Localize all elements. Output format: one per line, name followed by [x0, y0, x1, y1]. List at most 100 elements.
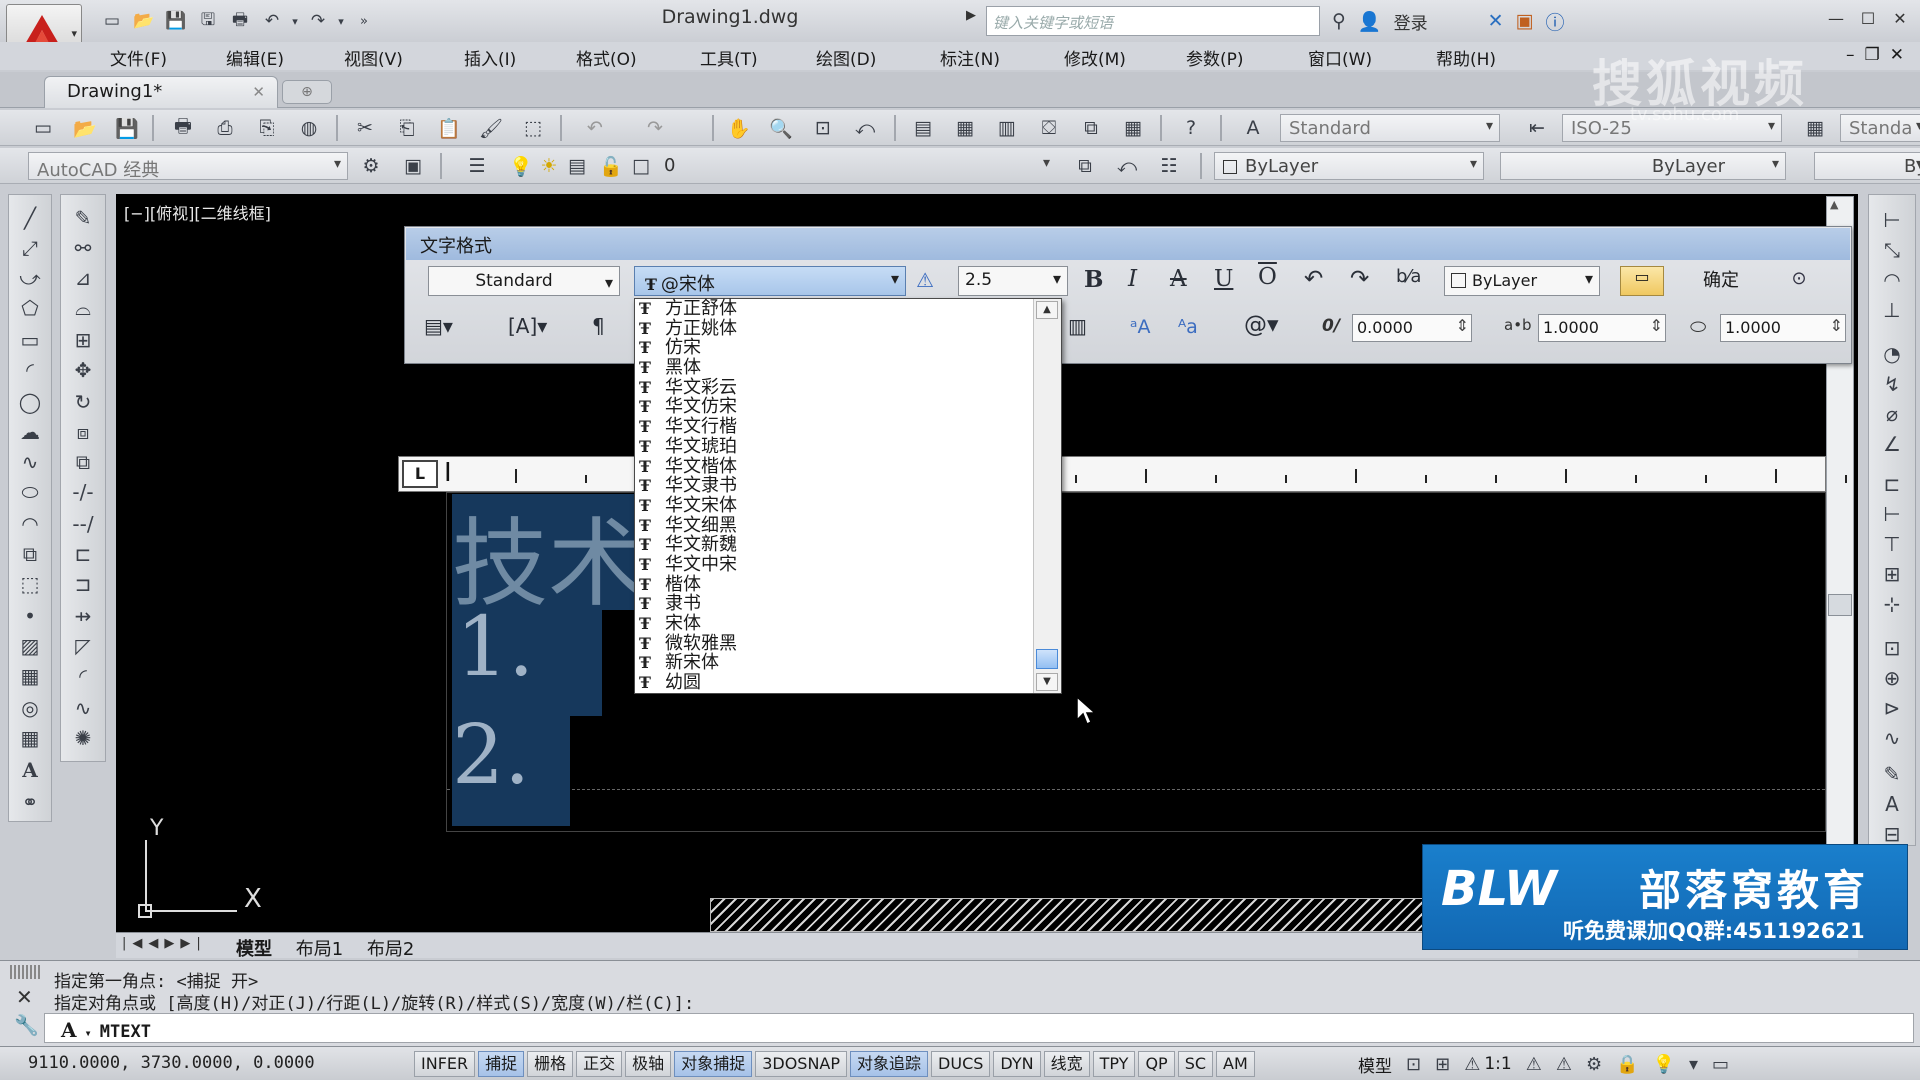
status-toggle-button[interactable]: QP	[1138, 1051, 1175, 1077]
quick-dimension-icon[interactable]: ⊏	[1876, 471, 1908, 497]
redo-icon[interactable]: ↷	[640, 115, 670, 141]
lineweight-select[interactable]: By	[1814, 152, 1920, 180]
revision-cloud-icon[interactable]: ☁	[14, 419, 46, 445]
polygon-icon[interactable]: ⬠	[14, 295, 46, 321]
text-style-select[interactable]: Standard	[1280, 114, 1500, 142]
binoculars-icon[interactable]: ⚲	[1332, 7, 1346, 35]
status-toggle-button[interactable]: 对象追踪	[850, 1051, 929, 1077]
dimension-style-icon[interactable]: ⇤	[1522, 115, 1552, 141]
angular-dimension-icon[interactable]: ∠	[1876, 431, 1908, 457]
fillet-icon[interactable]: ◜	[67, 663, 99, 689]
gear-icon[interactable]: ⚙	[356, 153, 386, 179]
redo-icon[interactable]: ↷	[1350, 266, 1369, 292]
font-list-item[interactable]: Ŧ 幼圆	[639, 673, 1029, 693]
status-toggle-button[interactable]: SC	[1177, 1051, 1214, 1077]
stretch-icon[interactable]: ⧉	[67, 449, 99, 475]
status-toggle-button[interactable]: 3DOSNAP	[755, 1051, 848, 1077]
menu-parametric[interactable]: 参数(P)	[1186, 45, 1244, 70]
drag-handle[interactable]	[10, 965, 40, 979]
point-icon[interactable]: •	[14, 603, 46, 629]
construction-line-icon[interactable]: ⤢	[14, 235, 46, 261]
stack-icon[interactable]: b⁄a	[1396, 266, 1421, 287]
cut-icon[interactable]: ✂	[350, 115, 380, 141]
italic-icon[interactable]: I	[1128, 266, 1137, 292]
plot-preview-icon[interactable]: ⎙	[210, 115, 240, 141]
scrollbar-thumb[interactable]	[1828, 594, 1852, 616]
extend-icon[interactable]: --/	[67, 511, 99, 537]
menu-draw[interactable]: 绘图(D)	[816, 45, 876, 70]
insert-block-icon[interactable]: ⧉	[14, 541, 46, 567]
workspace-settings-icon[interactable]: ▣	[398, 153, 428, 179]
help-icon[interactable]: ⓘ	[1545, 7, 1564, 35]
rectangle-icon[interactable]: ▭	[14, 327, 46, 353]
layer-select[interactable]: 0	[656, 152, 1056, 180]
publish-icon[interactable]: ⎘	[252, 115, 282, 141]
font-list-item[interactable]: Ŧ 华文琥珀	[639, 437, 1029, 457]
layer-previous-icon[interactable]: ⤺	[1112, 153, 1142, 179]
rotate-icon[interactable]: ↻	[67, 389, 99, 415]
make-current-layer-icon[interactable]: ⧉	[1070, 153, 1100, 179]
diameter-dimension-icon[interactable]: ⌀	[1876, 401, 1908, 427]
lightbulb-icon[interactable]: 💡	[1653, 1051, 1675, 1077]
region-icon[interactable]: ◎	[14, 695, 46, 721]
layer-freeze-icon[interactable]: ▤	[562, 153, 592, 179]
text-style-select[interactable]: Standard	[428, 266, 620, 297]
lowercase-icon[interactable]: ᴬa	[1178, 316, 1198, 338]
calculator-icon[interactable]: ▦	[1118, 115, 1148, 141]
uppercase-icon[interactable]: ᵃA	[1130, 316, 1150, 338]
font-list-scrollbar[interactable]: ▲ ▼	[1033, 299, 1061, 693]
more-icon[interactable]: »	[348, 8, 380, 34]
font-list-item[interactable]: Ŧ 仿宋	[639, 338, 1029, 358]
line-icon[interactable]: ╱	[14, 205, 46, 231]
oblique-angle-input[interactable]: 0.0000	[1352, 314, 1472, 342]
auto-scale-icon[interactable]: ⚠	[1556, 1051, 1572, 1077]
status-toggle-button[interactable]: 栅格	[527, 1051, 574, 1077]
spline-icon[interactable]: ∿	[14, 449, 46, 475]
font-list-item[interactable]: Ŧ 方正舒体	[639, 299, 1029, 319]
status-toggle-button[interactable]: INFER	[414, 1051, 476, 1077]
quick-view-layouts-icon[interactable]: ⊡	[1406, 1051, 1421, 1077]
search-expand-icon[interactable]: ▶	[966, 8, 976, 23]
menu-file[interactable]: 文件(F)	[110, 45, 167, 70]
move-icon[interactable]: ✥	[67, 357, 99, 383]
font-list-item[interactable]: Ŧ 华文隶书	[639, 476, 1029, 496]
close-icon[interactable]: ✕	[252, 83, 265, 101]
annotation-scale-icon[interactable]: ⚠	[1464, 1051, 1480, 1077]
jogged-linear-icon[interactable]: ∿	[1876, 725, 1908, 751]
radius-dimension-icon[interactable]: ◔	[1876, 341, 1908, 367]
font-list-item[interactable]: Ŧ 隶书	[639, 594, 1029, 614]
width-factor-input[interactable]: 1.0000	[1720, 314, 1846, 342]
join-icon[interactable]: ⇸	[67, 603, 99, 629]
save-as-icon[interactable]: 🖫	[192, 8, 224, 34]
menu-help[interactable]: 帮助(H)	[1436, 45, 1496, 70]
multiline-text-icon[interactable]: A	[14, 757, 46, 783]
font-list-item[interactable]: Ŧ 华文新魏	[639, 535, 1029, 555]
ok-button[interactable]: 确定	[1686, 266, 1756, 296]
menu-insert[interactable]: 插入(I)	[464, 45, 516, 70]
gear-icon[interactable]: ⚙	[1586, 1051, 1602, 1077]
open-icon[interactable]: 📂	[128, 8, 160, 34]
unlock-icon[interactable]: 🔓	[596, 153, 626, 179]
make-block-icon[interactable]: ⬚	[14, 571, 46, 597]
chevron-down-icon[interactable]: ▾	[1689, 1051, 1698, 1077]
ellipse-arc-icon[interactable]: ◠	[14, 511, 46, 537]
underline-icon[interactable]: U	[1214, 266, 1233, 292]
plot-icon[interactable]: 🖶	[168, 115, 198, 141]
mtext-line[interactable]: 1.	[456, 600, 534, 695]
match-properties-icon[interactable]: 🖌	[476, 115, 506, 141]
maximize-icon[interactable]: ☐	[1852, 4, 1884, 32]
search-input[interactable]: 键入关键字或短语	[986, 6, 1320, 36]
user-icon[interactable]: 👤	[1358, 7, 1382, 35]
zoom-realtime-icon[interactable]: 🔍	[766, 115, 796, 141]
sun-icon[interactable]: ☀	[534, 153, 564, 179]
document-window-controls[interactable]: –❐✕	[1846, 45, 1914, 65]
new-tab-button[interactable]: ⊕	[282, 80, 332, 104]
undo-icon[interactable]: ↶	[256, 8, 288, 34]
properties-icon[interactable]: ▤	[908, 115, 938, 141]
font-list-item[interactable]: Ŧ 微软雅黑	[639, 633, 1029, 654]
design-center-icon[interactable]: ▦	[950, 115, 980, 141]
polyline-icon[interactable]: ⤻	[14, 265, 46, 291]
markup-icon[interactable]: ⧉	[1076, 115, 1106, 141]
color-swatch-icon[interactable]: □	[626, 153, 656, 179]
copy-icon[interactable]: ⎗	[392, 115, 422, 141]
